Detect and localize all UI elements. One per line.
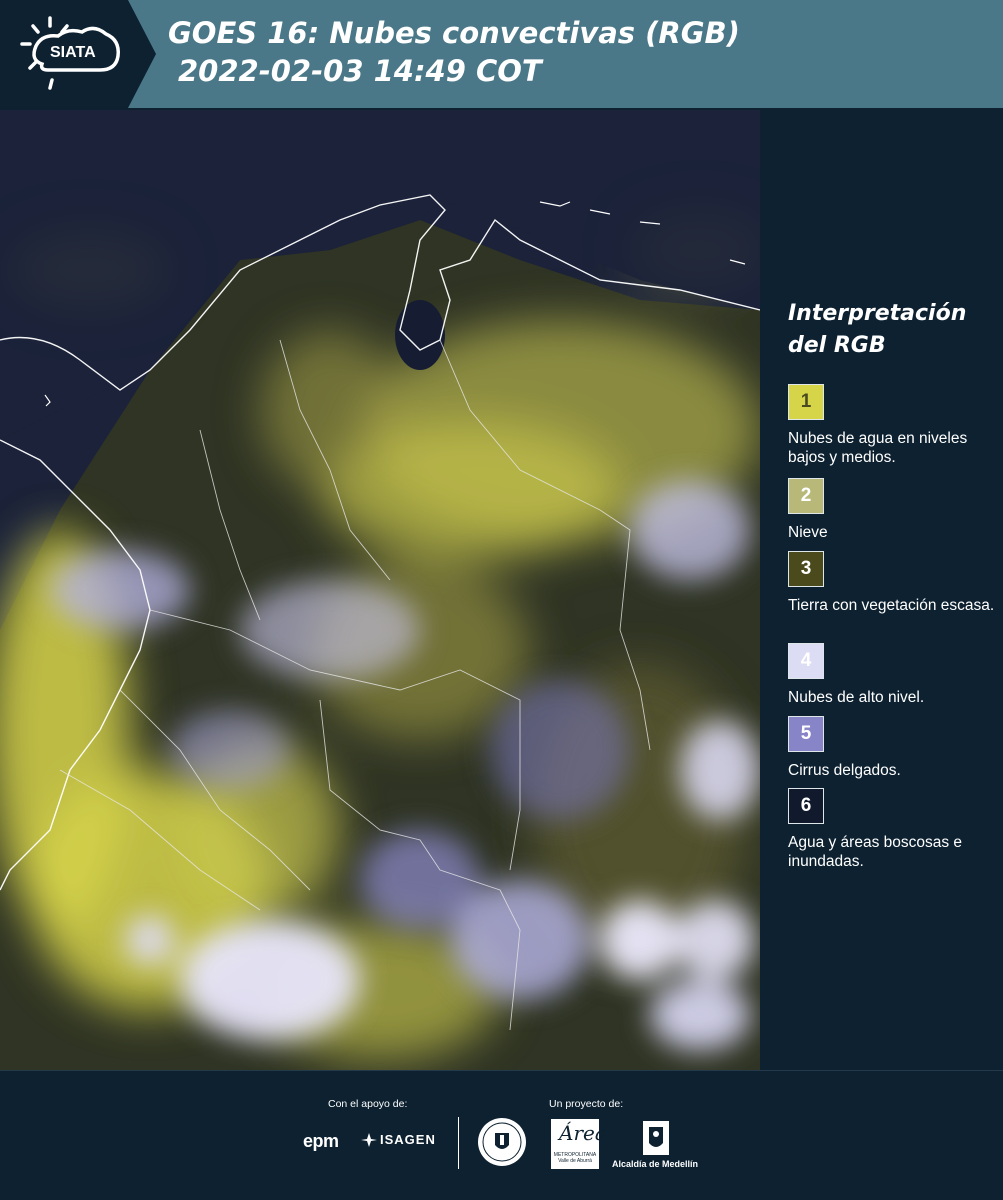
- legend-swatch: 3: [788, 551, 824, 587]
- alcaldia-label: Alcaldía de Medellín: [612, 1159, 699, 1169]
- legend-item: 3 Tierra con vegetación escasa.: [788, 551, 998, 615]
- title-line-1: GOES 16: Nubes convectivas (RGB): [168, 16, 740, 50]
- isagen-icon: [361, 1132, 377, 1147]
- footer: Con el apoyo de: Un proyecto de: epm ISA…: [0, 1070, 1003, 1200]
- area-metropolitana-logo: Área METROPOLITANA Valle de Aburrá: [551, 1119, 607, 1169]
- epm-logo: epm: [303, 1131, 339, 1151]
- legend-item: 2 Nieve: [788, 478, 998, 542]
- satellite-image: [0, 110, 760, 1070]
- area-logo-text: Área: [559, 1121, 607, 1145]
- header-bar: SIATA GOES 16: Nubes convectivas (RGB) 2…: [0, 0, 1003, 108]
- legend-label: Nieve: [788, 524, 828, 541]
- legend-label: Agua y áreas boscosas e inundadas.: [788, 834, 963, 870]
- legend-item: 6 Agua y áreas boscosas e inundadas.: [788, 788, 998, 871]
- legend-swatch: 5: [788, 716, 824, 752]
- project-label: Un proyecto de:: [549, 1098, 624, 1110]
- page-title: GOES 16: Nubes convectivas (RGB) 2022-02…: [168, 14, 740, 90]
- legend-label: Tierra con vegetación escasa.: [788, 597, 995, 614]
- legend-title: Interpretación del RGB: [788, 298, 966, 362]
- alcaldia-emblem-icon: [643, 1121, 669, 1155]
- isagen-text: ISAGEN: [380, 1132, 436, 1147]
- legend-item: 1 Nubes de agua en niveles bajos y medio…: [788, 384, 998, 467]
- logo-text: SIATA: [50, 44, 96, 61]
- area-logo-subtext: METROPOLITANA Valle de Aburrá: [553, 1152, 597, 1164]
- legend-panel: Interpretación del RGB 1 Nubes de agua e…: [760, 110, 1003, 1070]
- legend-swatch: 6: [788, 788, 824, 824]
- legend-swatch: 2: [788, 478, 824, 514]
- title-line-2: 2022-02-03 14:49 COT: [178, 54, 542, 88]
- medellin-seal-icon: [478, 1118, 526, 1166]
- satellite-map[interactable]: [0, 110, 760, 1070]
- legend-item: 4 Nubes de alto nivel.: [788, 643, 998, 707]
- legend-title-line-2: del RGB: [788, 333, 886, 358]
- isagen-logo: ISAGEN: [361, 1132, 436, 1147]
- legend-title-line-1: Interpretación: [788, 301, 967, 326]
- support-label: Con el apoyo de:: [328, 1098, 408, 1110]
- legend-swatch: 1: [788, 384, 824, 420]
- footer-divider: [458, 1117, 459, 1169]
- legend-label: Nubes de agua en niveles bajos y medios.: [788, 430, 968, 466]
- legend-label: Cirrus delgados.: [788, 762, 901, 779]
- legend-label: Nubes de alto nivel.: [788, 689, 925, 706]
- legend-swatch: 4: [788, 643, 824, 679]
- legend-item: 5 Cirrus delgados.: [788, 716, 998, 780]
- siata-logo: SIATA: [0, 0, 156, 108]
